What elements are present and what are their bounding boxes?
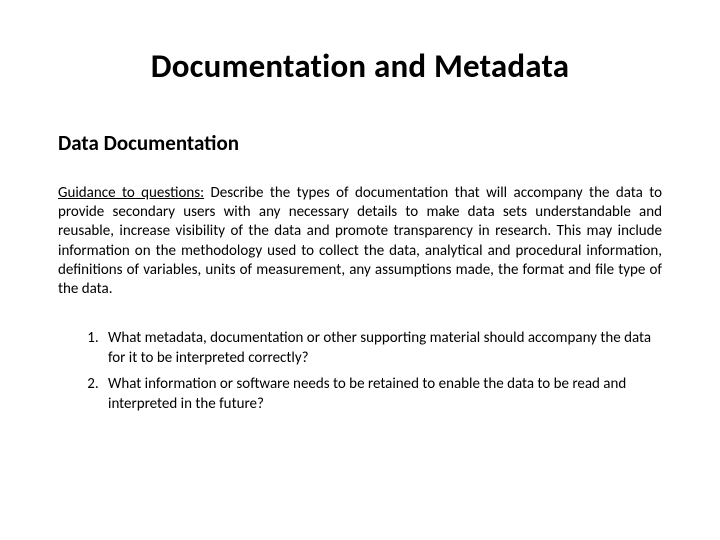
guidance-paragraph: Guidance to questions: Describe the type…	[58, 184, 662, 299]
list-item: What information or software needs to be…	[102, 375, 662, 415]
slide: Documentation and Metadata Data Document…	[0, 0, 720, 540]
list-item: What metadata, documentation or other su…	[102, 329, 662, 369]
question-list: What metadata, documentation or other su…	[58, 329, 662, 414]
section-heading: Data Documentation	[58, 130, 662, 156]
page-title: Documentation and Metadata	[58, 46, 662, 86]
guidance-lead: Guidance to questions:	[58, 184, 204, 202]
